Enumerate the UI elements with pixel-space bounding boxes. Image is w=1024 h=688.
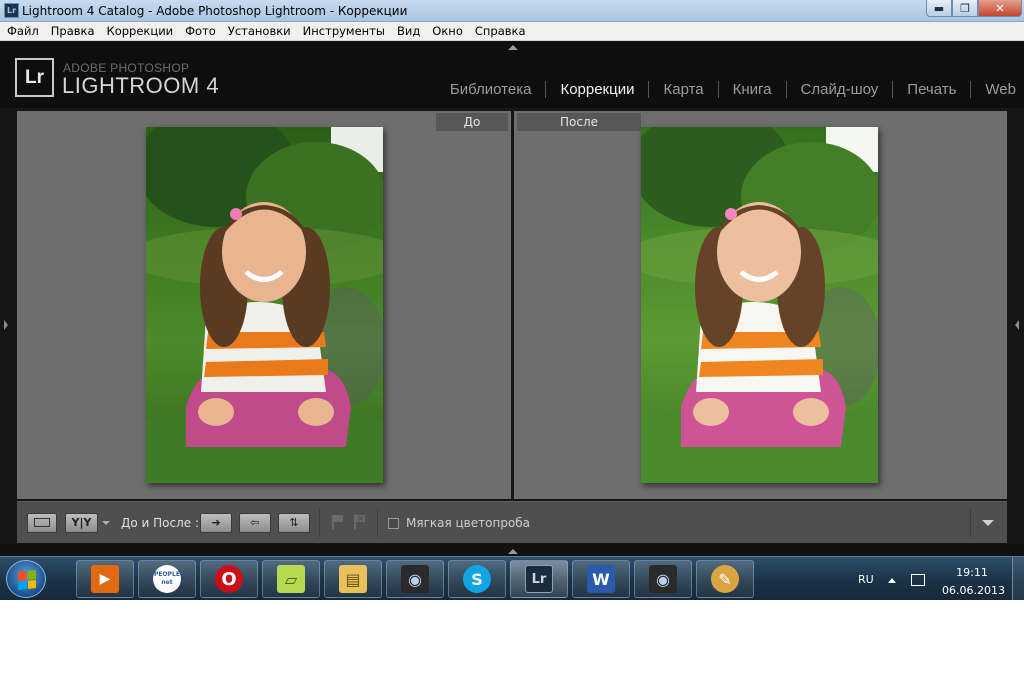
people-net-icon: PEOPLE net	[153, 565, 181, 593]
copy-before-to-after-button[interactable]: ➜	[200, 513, 232, 533]
paint-icon: ✎	[711, 565, 739, 593]
after-pane: После	[514, 111, 1007, 499]
loupe-view-icon	[34, 518, 50, 527]
right-panel-toggle-icon[interactable]	[1015, 320, 1019, 330]
lightroom-window: Lr Lightroom 4 Catalog - Adobe Photoshop…	[0, 0, 1024, 600]
copy-after-to-before-button[interactable]: ⇦	[239, 513, 271, 533]
clock-date[interactable]: 06.06.2013	[942, 584, 1005, 597]
view-mode-dropdown-icon[interactable]	[102, 521, 110, 525]
flag-reject-icon[interactable]	[353, 514, 367, 530]
media-player-icon: ▶	[91, 565, 119, 593]
taskbar-camera-app-1[interactable]: ◉	[386, 560, 444, 598]
language-indicator[interactable]: RU	[858, 573, 874, 586]
soft-proofing-label: Мягкая цветопроба	[406, 516, 531, 530]
taskbar-skype[interactable]: S	[448, 560, 506, 598]
show-desktop-button[interactable]	[1012, 557, 1024, 600]
camera-icon: ◉	[649, 565, 677, 593]
before-after-view-button[interactable]: Y|Y	[65, 513, 98, 533]
sticky-notes-icon: ▱	[277, 565, 305, 593]
toolbar-divider	[970, 509, 971, 537]
lightroom-app-icon: Lr	[4, 3, 19, 18]
module-header: Lr ADOBE PHOTOSHOP LIGHTROOM 4 Библиотек…	[0, 41, 1024, 108]
file-explorer-icon: ▤	[339, 565, 367, 593]
toolbar-divider	[319, 509, 320, 537]
show-hidden-icons-icon[interactable]	[888, 578, 896, 583]
taskbar-people-net[interactable]: PEOPLE net	[138, 560, 196, 598]
title-bar: Lr Lightroom 4 Catalog - Adobe Photoshop…	[0, 0, 1024, 22]
module-develop[interactable]: Коррекции	[546, 81, 648, 98]
word-icon: W	[587, 565, 615, 593]
menu-edit[interactable]: Правка	[46, 22, 102, 40]
close-icon: ✕	[995, 1, 1005, 15]
before-after-label: До и После :	[121, 516, 200, 530]
before-label: До	[436, 113, 508, 131]
menu-develop[interactable]: Коррекции	[102, 22, 181, 40]
module-map[interactable]: Карта	[649, 81, 717, 98]
lightroom-icon: Lr	[525, 565, 553, 593]
develop-toolbar: Y|Y До и После : ➜ ⇦ ⇅ Мягкая цветопроба	[17, 501, 1007, 543]
before-photo[interactable]	[146, 127, 383, 483]
opera-icon: O	[215, 565, 243, 593]
restore-button[interactable]: ❐	[952, 0, 978, 17]
skype-icon: S	[463, 565, 491, 593]
arrow-right-icon: ➜	[211, 516, 221, 529]
module-web[interactable]: Web	[971, 81, 1016, 98]
swap-icon: ⇅	[289, 516, 299, 529]
menu-settings[interactable]: Установки	[223, 22, 298, 40]
module-picker: Библиотека Коррекции Карта Книга Слайд-ш…	[436, 81, 1016, 98]
menu-photo[interactable]: Фото	[180, 22, 223, 40]
lightroom-logo: Lr	[15, 58, 54, 97]
menu-tools[interactable]: Инструменты	[298, 22, 392, 40]
brand-lightroom: LIGHTROOM 4	[62, 73, 220, 98]
flag-pick-icon[interactable]	[331, 514, 345, 530]
close-button[interactable]: ✕	[978, 0, 1022, 17]
soft-proofing-checkbox[interactable]	[388, 518, 399, 529]
windows-taskbar: ▶ PEOPLE net O ▱ ▤ ◉ S Lr W ◉ ✎ RU 19:11…	[0, 556, 1024, 600]
minimize-button[interactable]: ▬	[926, 0, 952, 17]
taskbar-paint[interactable]: ✎	[696, 560, 754, 598]
network-icon[interactable]	[911, 574, 925, 586]
taskbar-media-player[interactable]: ▶	[76, 560, 134, 598]
photo-after-image	[641, 127, 878, 483]
camera-icon: ◉	[401, 565, 429, 593]
compare-workspace: До После Y|Y До и После: ➜ ⇦ ⇅ Мягкая ц…	[0, 108, 1024, 554]
toolbar-options-dropdown-icon[interactable]	[982, 520, 994, 526]
module-library[interactable]: Библиотека	[436, 81, 546, 98]
menu-view[interactable]: Вид	[392, 22, 427, 40]
menu-window[interactable]: Окно	[427, 22, 470, 40]
top-panel-toggle-icon[interactable]	[508, 45, 518, 50]
after-photo[interactable]	[641, 127, 878, 483]
module-book[interactable]: Книга	[719, 81, 786, 98]
minimize-icon: ▬	[933, 1, 945, 15]
taskbar-word[interactable]: W	[572, 560, 630, 598]
photo-before-image	[146, 127, 383, 483]
window-title: Lightroom 4 Catalog - Adobe Photoshop Li…	[22, 4, 408, 18]
left-panel-toggle-icon[interactable]	[4, 320, 8, 330]
taskbar-file-explorer[interactable]: ▤	[324, 560, 382, 598]
windows-logo-icon	[18, 570, 36, 590]
loupe-view-button[interactable]	[27, 513, 57, 533]
bottom-panel-toggle-icon[interactable]	[508, 549, 518, 554]
module-print[interactable]: Печать	[893, 81, 970, 98]
start-button[interactable]	[6, 560, 46, 598]
taskbar-lightroom[interactable]: Lr	[510, 560, 568, 598]
restore-icon: ❐	[960, 1, 970, 15]
arrow-left-icon: ⇦	[250, 516, 260, 529]
clock-time[interactable]: 19:11	[944, 566, 1000, 579]
taskbar-opera[interactable]: O	[200, 560, 258, 598]
swap-before-after-button[interactable]: ⇅	[278, 513, 310, 533]
menu-file[interactable]: Файл	[2, 22, 46, 40]
before-pane: До	[17, 111, 511, 499]
menu-help[interactable]: Справка	[470, 22, 533, 40]
taskbar-sticky-notes[interactable]: ▱	[262, 560, 320, 598]
menu-bar: Файл Правка Коррекции Фото Установки Инс…	[0, 22, 1024, 41]
taskbar-camera-app-2[interactable]: ◉	[634, 560, 692, 598]
toolbar-divider	[377, 509, 378, 537]
module-slideshow[interactable]: Слайд-шоу	[787, 81, 893, 98]
after-label: После	[517, 113, 641, 131]
